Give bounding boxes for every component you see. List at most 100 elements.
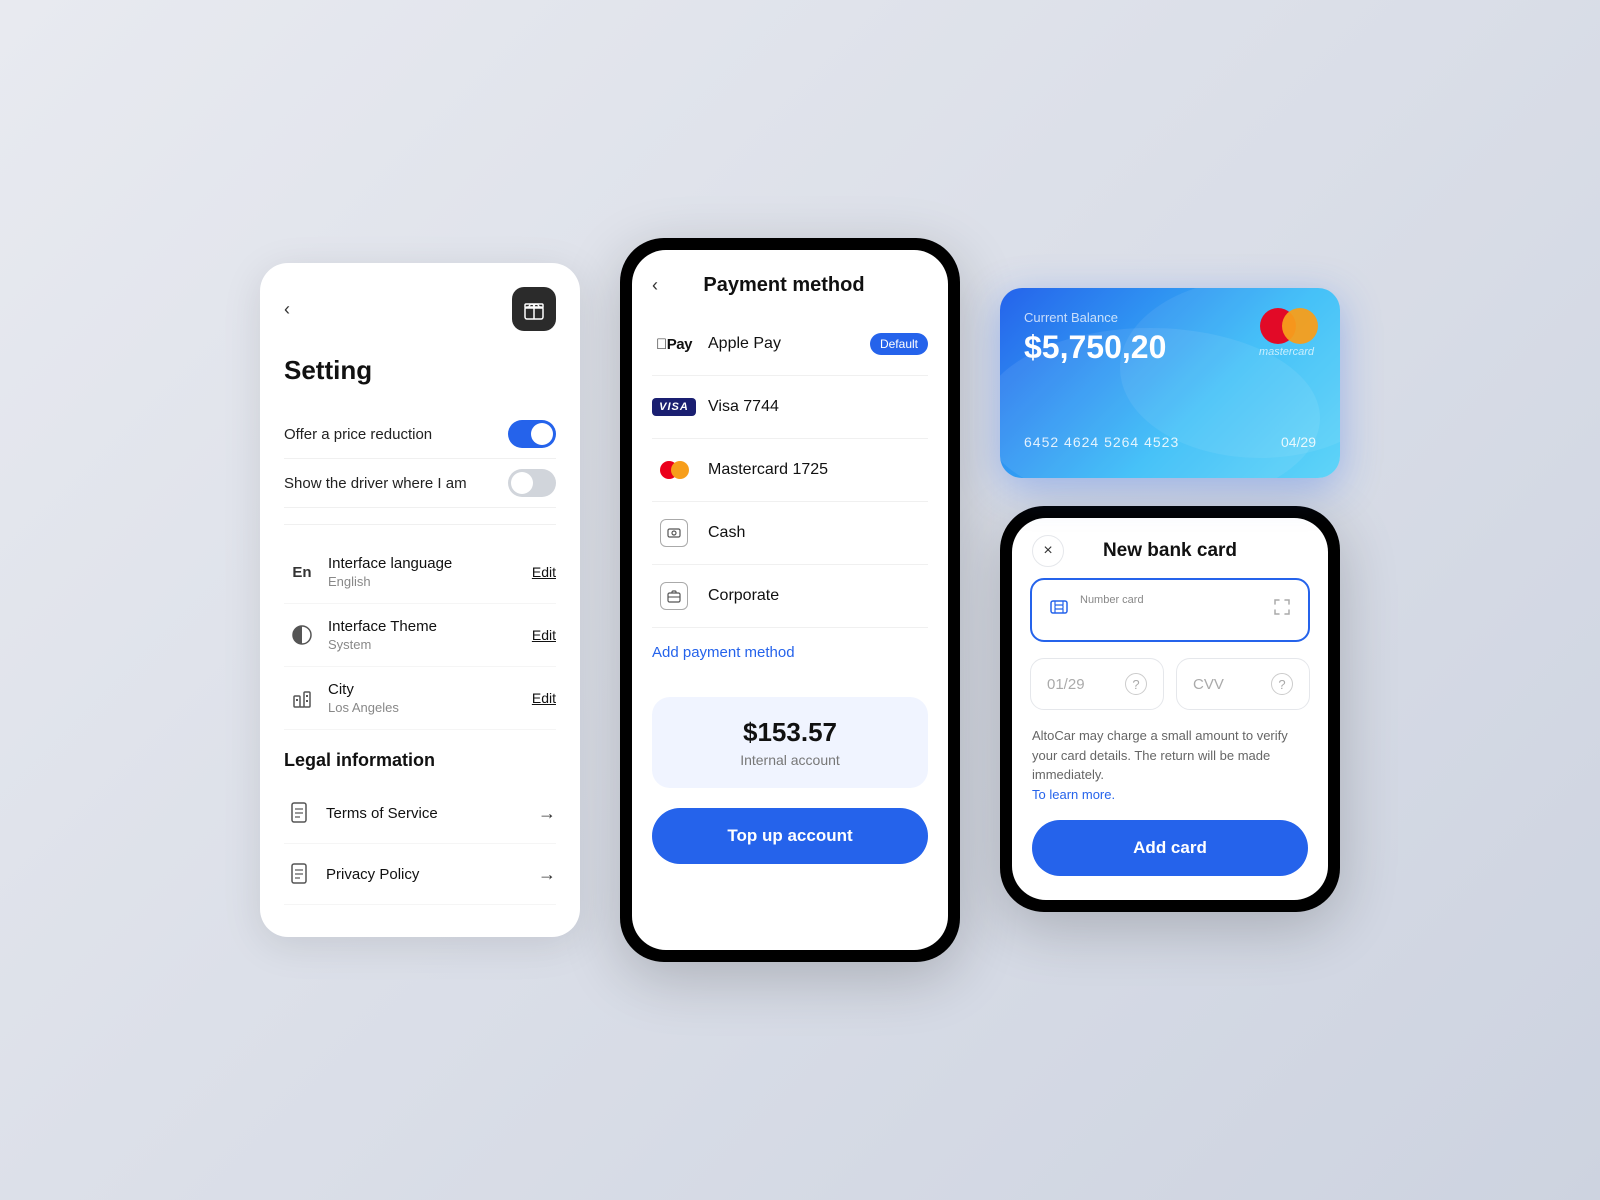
card-number-input-inner: Number card xyxy=(1080,594,1272,626)
mastercard-text: mastercard xyxy=(1259,346,1314,358)
expiry-placeholder: 01/29 xyxy=(1047,676,1085,693)
payment-item-mastercard[interactable]: Mastercard 1725 xyxy=(652,439,928,502)
payment-header: ‹ Payment method xyxy=(632,250,948,313)
cash-label: Cash xyxy=(708,524,928,542)
bank-card: mastercard Current Balance $5,750,20 645… xyxy=(1000,288,1340,478)
privacy-policy-item[interactable]: Privacy Policy → xyxy=(284,844,556,905)
payment-item-visa[interactable]: VISA Visa 7744 xyxy=(652,376,928,439)
city-icon xyxy=(284,688,320,708)
new-card-phone-wrapper: × New bank card xyxy=(1000,506,1340,912)
city-text: City Los Angeles xyxy=(328,681,532,715)
expiry-help-icon[interactable]: ? xyxy=(1125,673,1147,695)
theme-item: Interface Theme System Edit xyxy=(284,604,556,667)
payment-phone-screen: ‹ Payment method Pay Apple Pay Default … xyxy=(632,250,948,950)
city-edit-button[interactable]: Edit xyxy=(532,690,556,706)
settings-title: Setting xyxy=(284,355,556,386)
card-notice-text: AltoCar may charge a small amount to ver… xyxy=(1030,726,1310,804)
settings-top-bar: ‹ xyxy=(284,287,556,331)
briefcase-icon xyxy=(667,589,681,603)
corporate-icon xyxy=(660,582,688,610)
privacy-icon xyxy=(284,858,316,890)
new-card-close-button[interactable]: × xyxy=(1032,535,1064,567)
applepay-label: Apple Pay xyxy=(708,335,870,353)
payment-item-corporate[interactable]: Corporate xyxy=(652,565,928,628)
card-number-input-box[interactable]: Number card xyxy=(1030,578,1310,642)
language-sub-label: English xyxy=(328,574,532,589)
language-item: En Interface language English Edit xyxy=(284,541,556,604)
divider-1 xyxy=(284,524,556,525)
new-card-title: New bank card xyxy=(1103,540,1237,562)
payment-phone-wrapper: ‹ Payment method Pay Apple Pay Default … xyxy=(620,238,960,962)
privacy-document-icon xyxy=(289,863,311,885)
payment-item-cash[interactable]: Cash xyxy=(652,502,928,565)
cash-svg-icon xyxy=(667,526,681,540)
theme-main-label: Interface Theme xyxy=(328,618,532,635)
terms-label: Terms of Service xyxy=(326,805,538,822)
settings-back-button[interactable]: ‹ xyxy=(284,299,290,320)
applepay-icon: Pay xyxy=(652,329,696,359)
language-main-label: Interface language xyxy=(328,555,532,572)
learn-more-link[interactable]: To learn more. xyxy=(1032,787,1115,802)
cvv-placeholder: CVV xyxy=(1193,676,1224,693)
privacy-arrow-icon: → xyxy=(538,864,556,885)
language-icon: En xyxy=(284,564,320,581)
terms-arrow-icon: → xyxy=(538,803,556,824)
chip-svg-icon xyxy=(1048,596,1070,618)
card-number-field[interactable] xyxy=(1080,608,1272,626)
offer-price-toggle[interactable] xyxy=(508,420,556,448)
mastercard-label: Mastercard 1725 xyxy=(708,461,928,479)
terms-icon xyxy=(284,797,316,829)
internal-label: Internal account xyxy=(672,752,908,768)
driver-location-toggle[interactable] xyxy=(508,469,556,497)
offer-price-label: Offer a price reduction xyxy=(284,426,432,443)
city-sub-label: Los Angeles xyxy=(328,700,532,715)
scan-icon[interactable] xyxy=(1272,597,1292,623)
card-expiry-cvv-row: 01/29 ? CVV ? xyxy=(1030,658,1310,710)
city-main-label: City xyxy=(328,681,532,698)
new-card-screen: × New bank card xyxy=(1012,518,1328,900)
cvv-help-icon[interactable]: ? xyxy=(1271,673,1293,695)
default-badge: Default xyxy=(870,333,928,355)
document-icon xyxy=(289,802,311,824)
notice-body: AltoCar may charge a small amount to ver… xyxy=(1032,728,1288,782)
new-card-header: × New bank card xyxy=(1012,518,1328,578)
visa-icon: VISA xyxy=(652,392,696,422)
top-up-button[interactable]: Top up account xyxy=(652,808,928,864)
theme-text: Interface Theme System xyxy=(328,618,532,652)
payment-title: Payment method xyxy=(674,274,894,297)
terms-of-service-item[interactable]: Terms of Service → xyxy=(284,783,556,844)
offer-price-toggle-row: Offer a price reduction xyxy=(284,410,556,459)
mc-logo-yellow xyxy=(1282,308,1318,344)
card-expiry: 04/29 xyxy=(1281,434,1316,450)
language-text: Interface language English xyxy=(328,555,532,589)
scan-corners-icon xyxy=(1272,597,1292,617)
expiry-input-box[interactable]: 01/29 ? xyxy=(1030,658,1164,710)
settings-icon-button[interactable] xyxy=(512,287,556,331)
theme-edit-button[interactable]: Edit xyxy=(532,627,556,643)
theme-sub-label: System xyxy=(328,637,532,652)
cash-icon xyxy=(660,519,688,547)
payment-item-applepay[interactable]: Pay Apple Pay Default xyxy=(652,313,928,376)
card-number-field-label: Number card xyxy=(1080,594,1272,606)
settings-panel: ‹ Setting Offer a price reduction Show t… xyxy=(260,263,580,937)
driver-location-toggle-row: Show the driver where I am xyxy=(284,459,556,508)
card-chip-icon xyxy=(1048,596,1070,624)
card-number: 6452 4624 5264 4523 xyxy=(1024,434,1179,450)
language-edit-button[interactable]: Edit xyxy=(532,564,556,580)
theme-icon xyxy=(284,625,320,645)
add-payment-button[interactable]: Add payment method xyxy=(632,628,948,677)
payment-back-button[interactable]: ‹ xyxy=(652,275,658,296)
cvv-input-box[interactable]: CVV ? xyxy=(1176,658,1310,710)
visa-label: Visa 7744 xyxy=(708,398,928,416)
mastercard-logo xyxy=(1260,308,1318,344)
driver-location-label: Show the driver where I am xyxy=(284,475,467,492)
privacy-label: Privacy Policy xyxy=(326,866,538,883)
theme-circle-icon xyxy=(292,625,312,645)
mc-yellow-circle xyxy=(671,461,689,479)
corporate-label: Corporate xyxy=(708,587,928,605)
gift-icon xyxy=(523,298,545,320)
add-card-button[interactable]: Add card xyxy=(1032,820,1308,876)
legal-title: Legal information xyxy=(284,750,556,771)
right-column: mastercard Current Balance $5,750,20 645… xyxy=(1000,288,1340,912)
internal-account-box: $153.57 Internal account xyxy=(652,697,928,788)
